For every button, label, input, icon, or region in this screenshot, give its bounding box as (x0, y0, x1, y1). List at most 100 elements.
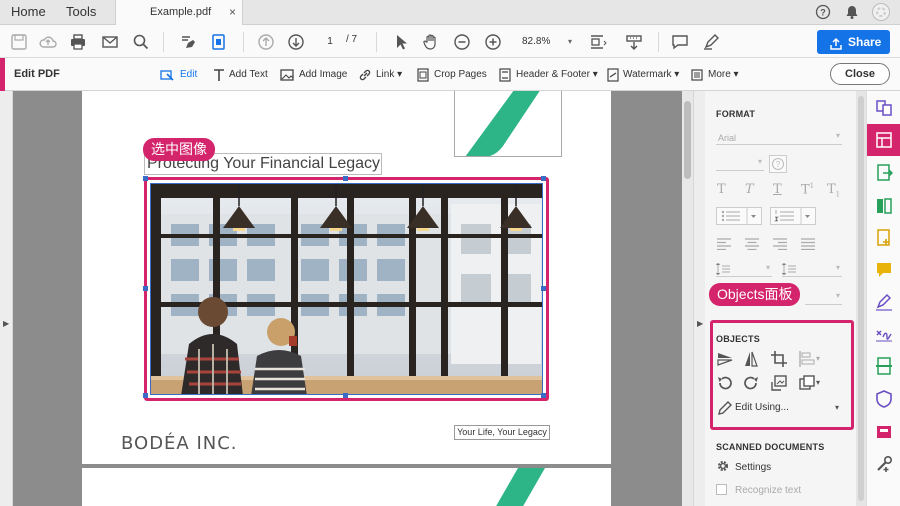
selected-image[interactable] (150, 183, 543, 395)
crop-image-icon[interactable] (770, 350, 788, 368)
help-icon[interactable]: ? (815, 4, 831, 25)
company-logo-text[interactable]: BODÉA INC. (121, 433, 238, 454)
edit-pdf-icon[interactable] (209, 32, 229, 52)
recognize-text-checkbox[interactable] (716, 484, 727, 495)
resize-handle[interactable] (143, 286, 148, 291)
link-button[interactable]: Link ▾ (358, 67, 406, 83)
close-tab-icon[interactable]: × (229, 5, 236, 19)
numbered-list-dropdown[interactable] (770, 207, 816, 225)
fill-and-sign-icon[interactable] (875, 293, 893, 311)
tab-home[interactable]: Home (11, 0, 46, 25)
align-objects-icon[interactable] (798, 350, 816, 368)
arrange-objects-icon[interactable] (798, 374, 816, 392)
crop-pages-button[interactable]: Crop Pages (416, 67, 488, 83)
combine-files-icon[interactable] (875, 197, 893, 215)
main-toolbar: 1 / 7 82.8% ▾ Share (0, 25, 900, 58)
create-pdf-icon[interactable] (875, 229, 893, 247)
resize-handle[interactable] (343, 176, 348, 181)
scan-ocr-icon[interactable] (875, 357, 893, 375)
resize-handle[interactable] (143, 393, 148, 398)
bullet-list-dropdown[interactable] (716, 207, 762, 225)
text-style-italic-icon[interactable]: T (745, 182, 754, 197)
left-panel-collapsed[interactable]: ▶ (0, 91, 13, 506)
align-justify-icon[interactable] (801, 237, 815, 255)
font-color-swatch[interactable]: ? (769, 155, 787, 173)
expand-left-panel-icon[interactable]: ▶ (3, 319, 9, 328)
close-button[interactable]: Close (830, 63, 890, 85)
resize-handle[interactable] (541, 393, 546, 398)
scroll-thumb[interactable] (684, 101, 691, 179)
tab-tools[interactable]: Tools (66, 0, 96, 25)
tab-document[interactable]: Example.pdf × (115, 0, 243, 26)
save-icon[interactable] (9, 32, 29, 52)
superscript-icon[interactable]: T1 (801, 182, 814, 197)
resize-handle[interactable] (143, 176, 148, 181)
replace-image-icon[interactable] (770, 374, 788, 392)
font-family-dropdown[interactable]: Arial ▾ (716, 129, 842, 145)
zoom-out-icon[interactable] (452, 32, 472, 52)
font-size-dropdown[interactable]: ▾ (716, 155, 764, 171)
settings-button[interactable]: Settings (735, 462, 771, 473)
more-tools-icon[interactable] (875, 455, 893, 473)
fill-sign-icon[interactable] (178, 32, 198, 52)
header-footer-button[interactable]: Header & Footer ▾ (498, 67, 598, 83)
cloud-upload-icon[interactable] (38, 32, 58, 52)
account-icon[interactable] (871, 2, 891, 27)
tagline-textbox[interactable]: Your Life, Your Legacy (454, 425, 550, 440)
highlight-pen-icon[interactable] (701, 32, 721, 52)
zoom-in-icon[interactable] (483, 32, 503, 52)
page-fit-icon[interactable] (588, 32, 608, 52)
protect-icon[interactable] (875, 390, 893, 408)
character-spacing-dropdown[interactable]: ▾ (805, 289, 842, 305)
read-mode-icon[interactable] (624, 32, 644, 52)
comment-icon[interactable] (670, 32, 690, 52)
redact-icon[interactable] (875, 423, 893, 441)
collapse-right-panel-icon[interactable]: ▶ (697, 319, 703, 328)
logo-frame[interactable] (454, 91, 562, 157)
align-center-icon[interactable] (745, 237, 759, 255)
export-pdf-icon[interactable] (875, 164, 894, 182)
right-panel-toggle[interactable]: ▶ (693, 91, 705, 506)
text-underline-icon[interactable]: T (773, 182, 782, 197)
panel-scroll-thumb[interactable] (858, 96, 864, 501)
edit-tool-button[interactable]: Edit (160, 67, 200, 83)
more-button[interactable]: More ▾ (690, 67, 740, 83)
share-button[interactable]: Share (817, 30, 890, 54)
hand-tool-icon[interactable] (421, 32, 441, 52)
gear-icon[interactable] (716, 459, 730, 473)
edit-using-dropdown[interactable]: Edit Using... (735, 402, 789, 413)
panel-scrollbar[interactable] (856, 91, 866, 506)
prev-page-icon[interactable] (256, 32, 276, 52)
print-icon[interactable] (68, 32, 88, 52)
next-page-icon[interactable] (286, 32, 306, 52)
document-viewport[interactable]: Protecting Your Financial Legacy BODÉA I… (13, 91, 682, 506)
flip-horizontal-icon[interactable] (742, 350, 760, 368)
rotate-left-icon[interactable] (716, 374, 734, 392)
edit-pdf-rail-icon[interactable] (867, 124, 900, 156)
add-image-button[interactable]: Add Image (280, 67, 348, 83)
resize-handle[interactable] (541, 286, 546, 291)
align-right-icon[interactable] (773, 237, 787, 255)
paragraph-spacing-dropdown[interactable]: ▾ (782, 261, 842, 277)
document-scrollbar[interactable] (682, 91, 693, 506)
subscript-icon[interactable]: T1 (827, 182, 840, 199)
chevron-down-icon: ▾ (757, 157, 762, 166)
text-style-regular-icon[interactable]: T (717, 182, 726, 197)
line-spacing-dropdown[interactable]: ▾ (716, 261, 772, 277)
resize-handle[interactable] (343, 393, 348, 398)
comment-rail-icon[interactable] (875, 261, 893, 279)
email-icon[interactable] (100, 32, 120, 52)
align-left-icon[interactable] (717, 237, 731, 255)
resize-handle[interactable] (541, 176, 546, 181)
rotate-right-icon[interactable] (742, 374, 760, 392)
send-for-signature-icon[interactable] (875, 325, 893, 343)
add-text-button[interactable]: Add Text (212, 67, 270, 83)
organize-pages-icon[interactable] (875, 99, 893, 117)
page-number-input[interactable]: 1 (316, 33, 344, 50)
bell-icon[interactable] (844, 4, 860, 25)
zoom-dropdown[interactable]: 82.8% ▾ (512, 33, 576, 51)
watermark-button[interactable]: Watermark ▾ (606, 67, 680, 83)
select-arrow-icon[interactable] (391, 32, 411, 52)
flip-vertical-icon[interactable] (716, 350, 734, 368)
search-icon[interactable] (131, 32, 151, 52)
